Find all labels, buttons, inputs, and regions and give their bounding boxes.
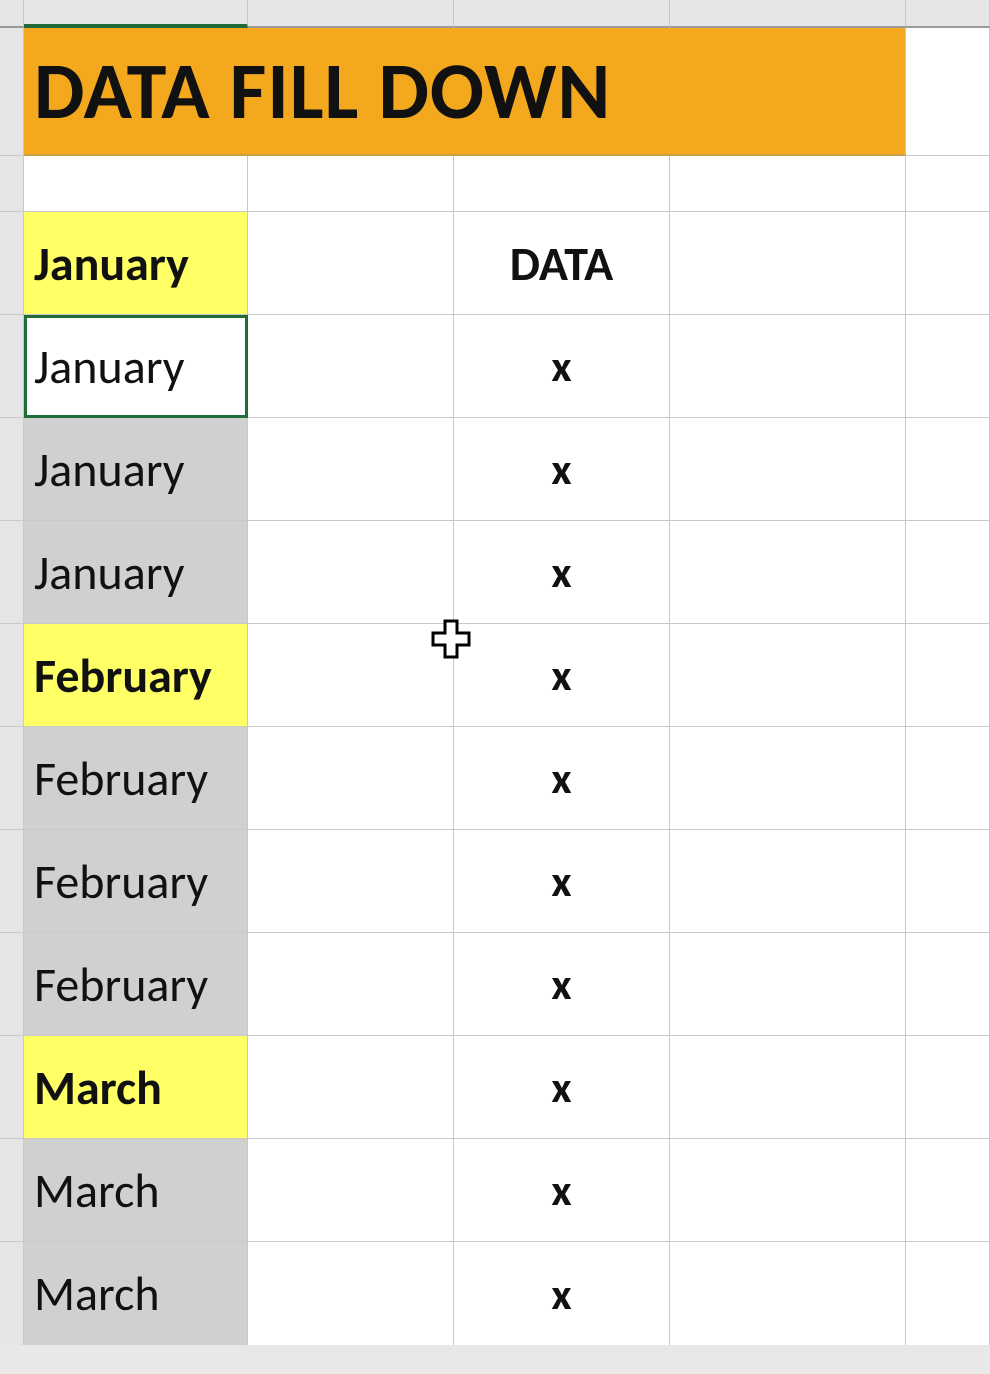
empty-cell[interactable] [454,156,670,212]
row-gutter [0,933,24,1036]
empty-cell[interactable] [906,624,990,727]
empty-cell[interactable] [906,418,990,521]
empty-cell[interactable] [248,1139,454,1242]
month-cell[interactable]: February [24,830,248,933]
empty-cell[interactable] [248,1036,454,1139]
empty-cell[interactable] [670,212,906,315]
empty-cell[interactable] [248,727,454,830]
data-cell[interactable]: x [454,624,670,727]
data-cell[interactable]: x [454,315,670,418]
empty-cell[interactable] [670,830,906,933]
month-cell[interactable]: February [24,933,248,1036]
data-cell[interactable]: x [454,1139,670,1242]
empty-cell[interactable] [670,624,906,727]
column-header-fragment [248,0,454,28]
data-cell[interactable]: x [454,830,670,933]
empty-cell[interactable] [670,727,906,830]
month-cell[interactable]: March [24,1139,248,1242]
row-gutter [0,727,24,830]
empty-cell[interactable] [670,156,906,212]
empty-cell[interactable] [906,830,990,933]
month-cell[interactable]: February [24,727,248,830]
month-cell[interactable]: March [24,1242,248,1345]
empty-cell[interactable] [248,521,454,624]
row-gutter [0,156,24,212]
empty-cell[interactable] [670,315,906,418]
column-header-fragment [454,0,670,28]
row-gutter [0,830,24,933]
empty-cell[interactable] [670,521,906,624]
data-cell[interactable]: x [454,1036,670,1139]
empty-cell[interactable] [248,1242,454,1345]
data-cell[interactable]: x [454,521,670,624]
data-cell[interactable]: x [454,933,670,1036]
row-gutter [0,315,24,418]
empty-cell[interactable] [906,1139,990,1242]
month-header-cell[interactable]: January [24,212,248,315]
row-gutter [0,418,24,521]
empty-cell[interactable] [906,315,990,418]
empty-cell[interactable] [248,156,454,212]
row-gutter [0,1036,24,1139]
empty-cell[interactable] [670,1139,906,1242]
data-cell[interactable]: x [454,1242,670,1345]
column-header-fragment [670,0,906,28]
data-cell[interactable]: x [454,418,670,521]
empty-cell[interactable] [248,933,454,1036]
spreadsheet-grid[interactable]: DATA FILL DOWN January DATA January x January… [0,0,990,1345]
data-column-header[interactable]: DATA [454,212,670,315]
data-cell[interactable]: x [454,727,670,830]
month-cell[interactable]: January [24,315,248,418]
row-gutter [0,521,24,624]
empty-cell[interactable] [248,315,454,418]
page-title[interactable]: DATA FILL DOWN [24,28,906,156]
empty-cell[interactable] [24,156,248,212]
empty-cell[interactable] [906,212,990,315]
month-cell[interactable]: January [24,521,248,624]
empty-cell[interactable] [906,933,990,1036]
empty-cell[interactable] [906,156,990,212]
row-gutter [0,28,24,156]
empty-cell[interactable] [906,1242,990,1345]
empty-cell[interactable] [670,1036,906,1139]
empty-cell[interactable] [670,1242,906,1345]
empty-cell[interactable] [248,212,454,315]
empty-cell[interactable] [906,1036,990,1139]
empty-cell[interactable] [906,521,990,624]
empty-cell[interactable] [906,28,990,156]
column-header-fragment [24,0,248,28]
empty-cell[interactable] [248,418,454,521]
row-gutter [0,212,24,315]
empty-cell[interactable] [670,418,906,521]
empty-cell[interactable] [906,727,990,830]
column-header-fragment [906,0,990,28]
row-gutter [0,1139,24,1242]
month-header-cell[interactable]: February [24,624,248,727]
row-gutter [0,1242,24,1345]
month-cell[interactable]: January [24,418,248,521]
month-header-cell[interactable]: March [24,1036,248,1139]
empty-cell[interactable] [248,830,454,933]
row-gutter [0,624,24,727]
empty-cell[interactable] [248,624,454,727]
empty-cell[interactable] [670,933,906,1036]
column-header-fragment [0,0,24,28]
